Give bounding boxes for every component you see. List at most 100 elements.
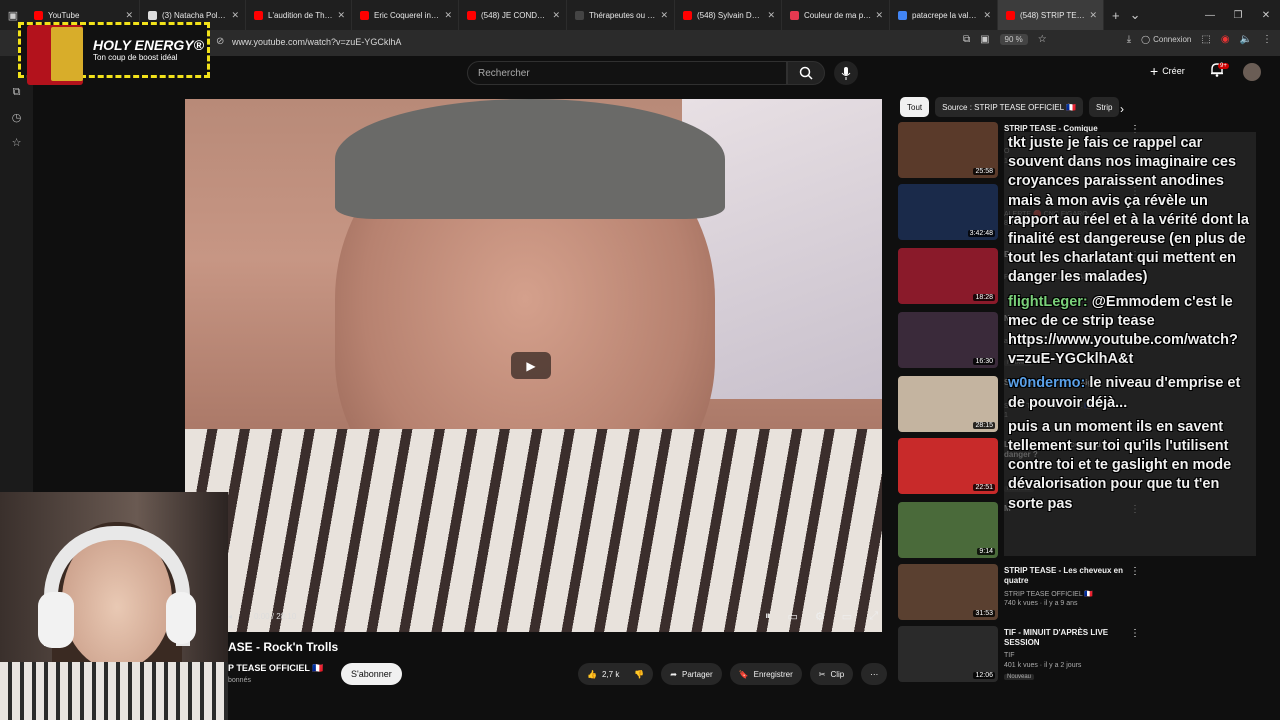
video-thumbnail[interactable]: 31:53 <box>898 564 998 620</box>
more-icon[interactable]: ⋮ <box>1130 628 1140 639</box>
close-icon[interactable]: ✕ <box>231 10 239 21</box>
minimize-icon[interactable]: — <box>1196 10 1224 21</box>
video-thumbnail[interactable]: 22:51 <box>898 438 998 494</box>
duration: 25:58 <box>973 168 995 175</box>
download-icon[interactable]: ⤓ <box>1127 34 1131 45</box>
share-button[interactable]: ➦ Partager <box>661 663 722 685</box>
subtitles-icon[interactable]: ▭ <box>788 610 798 623</box>
like-button[interactable]: 👍 2,7 k 👎 <box>578 663 654 685</box>
youtube-icon <box>1006 10 1015 20</box>
history-icon[interactable]: ◷ <box>12 111 22 124</box>
close-window-icon[interactable]: ✕ <box>1252 10 1280 21</box>
video-thumbnail[interactable]: 28:15 <box>898 376 998 432</box>
miniplayer-icon[interactable]: ▭ <box>842 610 852 623</box>
close-icon[interactable]: ✕ <box>875 10 883 21</box>
x-icon <box>148 10 157 20</box>
recommendation-item[interactable]: 12:06 TIF - MINUIT D'APRÈS LIVE SESSION TI… <box>898 626 1258 684</box>
search-button[interactable] <box>787 61 825 85</box>
favorites-icon[interactable]: ☆ <box>12 136 22 149</box>
close-icon[interactable]: ✕ <box>552 10 560 21</box>
duration: 28:15 <box>973 422 995 429</box>
chip-source[interactable]: Source : STRIP TEASE OFFICIEL 🇫🇷 <box>935 97 1083 117</box>
rec-channel: TIF <box>1004 652 1015 659</box>
channel-name[interactable]: P TEASE OFFICIEL 🇫🇷 <box>228 663 323 674</box>
play-button[interactable]: ▶ <box>511 352 551 379</box>
fullscreen-icon[interactable]: ⤢ <box>869 610 878 623</box>
youtube-icon <box>467 10 476 20</box>
star-icon[interactable]: ☆ <box>1038 34 1047 45</box>
thumbs-down-icon[interactable]: 👎 <box>634 670 644 679</box>
video-thumbnail[interactable]: 16:30 <box>898 312 998 368</box>
tab-2[interactable]: L'audition de Thom ✕ <box>246 0 352 30</box>
close-icon[interactable]: ✕ <box>660 10 668 21</box>
voice-search-button[interactable] <box>834 61 858 85</box>
pip-icon[interactable]: ⧉ <box>963 34 970 45</box>
close-icon[interactable]: ✕ <box>767 10 775 21</box>
chip-all[interactable]: Tout <box>900 97 930 117</box>
workspaces-icon[interactable]: ⧉ <box>13 86 21 99</box>
chip-strip[interactable]: Strip <box>1088 97 1120 117</box>
search-input[interactable]: Rechercher <box>467 61 787 85</box>
autoplay-toggle[interactable]: ⏸ <box>765 610 771 623</box>
ad-subtitle: Ton coup de boost idéal <box>93 53 178 62</box>
rec-title[interactable]: STRIP TEASE - Les cheveux en quatre <box>1004 566 1124 586</box>
url-field[interactable]: www.youtube.com/watch?v=zuE-YGCklhA <box>232 37 401 47</box>
energy-drink-ad: HOLY ENERGY® Ton coup de boost idéal <box>18 22 210 85</box>
more-icon[interactable]: ⋮ <box>1130 566 1140 577</box>
chat-message: tkt juste je fais ce rappel car souvent … <box>1008 135 1249 286</box>
video-thumbnail[interactable]: 25:58 <box>898 122 998 178</box>
menu-icon[interactable]: ⋮ <box>1262 34 1272 45</box>
user-icon: ◯ <box>1141 35 1151 44</box>
zoom-level[interactable]: 90 % <box>999 34 1028 45</box>
rec-views: 740 k vues · il y a 9 ans <box>1004 600 1078 607</box>
rec-title[interactable]: TIF - MINUIT D'APRÈS LIVE SESSION <box>1004 628 1124 648</box>
new-tab-icon[interactable]: + <box>1112 8 1120 23</box>
screen: ▣ YouTube ✕ (3) Natacha Polony ✕ L'auditio… <box>0 0 1280 720</box>
site-info-icon[interactable]: ⊘ <box>216 36 224 47</box>
restore-icon[interactable]: ❐ <box>1224 10 1252 21</box>
video-thumbnail[interactable]: 12:06 <box>898 626 998 682</box>
recommendation-item[interactable]: 31:53 STRIP TEASE - Les cheveux en quatre… <box>898 564 1258 622</box>
close-icon[interactable]: ✕ <box>125 10 133 21</box>
settings-icon[interactable]: ⚙ <box>815 610 825 623</box>
chat-overlay: tkt juste je fais ce rappel car souvent … <box>1004 132 1256 556</box>
sound-icon[interactable]: 🔈 <box>1240 34 1252 45</box>
close-icon[interactable]: ✕ <box>337 10 345 21</box>
notification-badge: 9+ <box>1218 63 1229 69</box>
duration: 18:28 <box>973 294 995 301</box>
youtube-icon <box>683 10 692 20</box>
chevron-right-icon[interactable]: › <box>1120 102 1124 116</box>
video-thumbnail[interactable]: 18:28 <box>898 248 998 304</box>
close-icon[interactable]: ✕ <box>1089 10 1097 21</box>
extensions-icon[interactable]: ⬚ <box>1201 34 1210 45</box>
close-icon[interactable]: ✕ <box>444 10 452 21</box>
screenshot-icon[interactable]: ▣ <box>980 34 989 45</box>
chevron-down-icon[interactable]: ⌄ <box>1130 7 1141 23</box>
avatar[interactable] <box>1243 63 1261 81</box>
player-controls: ◂ 0:00 / 28:10 ⏸ ▭ ⚙ ▭ ⤢ <box>228 608 878 624</box>
search-icon <box>799 66 813 80</box>
tab-9-active[interactable]: (548) STRIP TEASE -✕ <box>998 0 1104 30</box>
video-thumbnail[interactable]: 3:42:48 <box>898 184 998 240</box>
tab-4[interactable]: (548) JE CONDAMN ✕ <box>459 0 567 30</box>
tab-7[interactable]: Couleur de ma peau ✕ <box>782 0 890 30</box>
volume-icon[interactable]: ◂ <box>228 612 232 621</box>
subscribe-button[interactable]: S'abonner <box>341 663 402 685</box>
tab-8[interactable]: patacrepe la valenti ✕ <box>890 0 998 30</box>
clip-button[interactable]: ✂ Clip <box>809 663 854 685</box>
site-icon <box>790 10 799 20</box>
signin-button[interactable]: ◯ Connexion <box>1141 35 1191 44</box>
tiktok-icon <box>575 10 584 20</box>
save-button[interactable]: 🔖 Enregistrer <box>729 663 802 685</box>
new-badge: Nouveau <box>1004 674 1035 680</box>
duration: 31:53 <box>973 610 995 617</box>
create-button[interactable]: + Créer <box>1150 63 1185 79</box>
vpn-icon[interactable]: ◉ <box>1221 34 1230 45</box>
more-actions-button[interactable]: ⋯ <box>861 663 888 685</box>
tab-6[interactable]: (548) Sylvain Durif, l ✕ <box>675 0 782 30</box>
tab-5[interactable]: Thérapeutes ou gou ✕ <box>567 0 675 30</box>
close-icon[interactable]: ✕ <box>983 10 991 21</box>
tab-3[interactable]: Eric Coquerel invité ✕ <box>352 0 459 30</box>
time-display: 0:00 / 28:10 <box>254 611 297 621</box>
video-thumbnail[interactable]: 9:14 <box>898 502 998 558</box>
